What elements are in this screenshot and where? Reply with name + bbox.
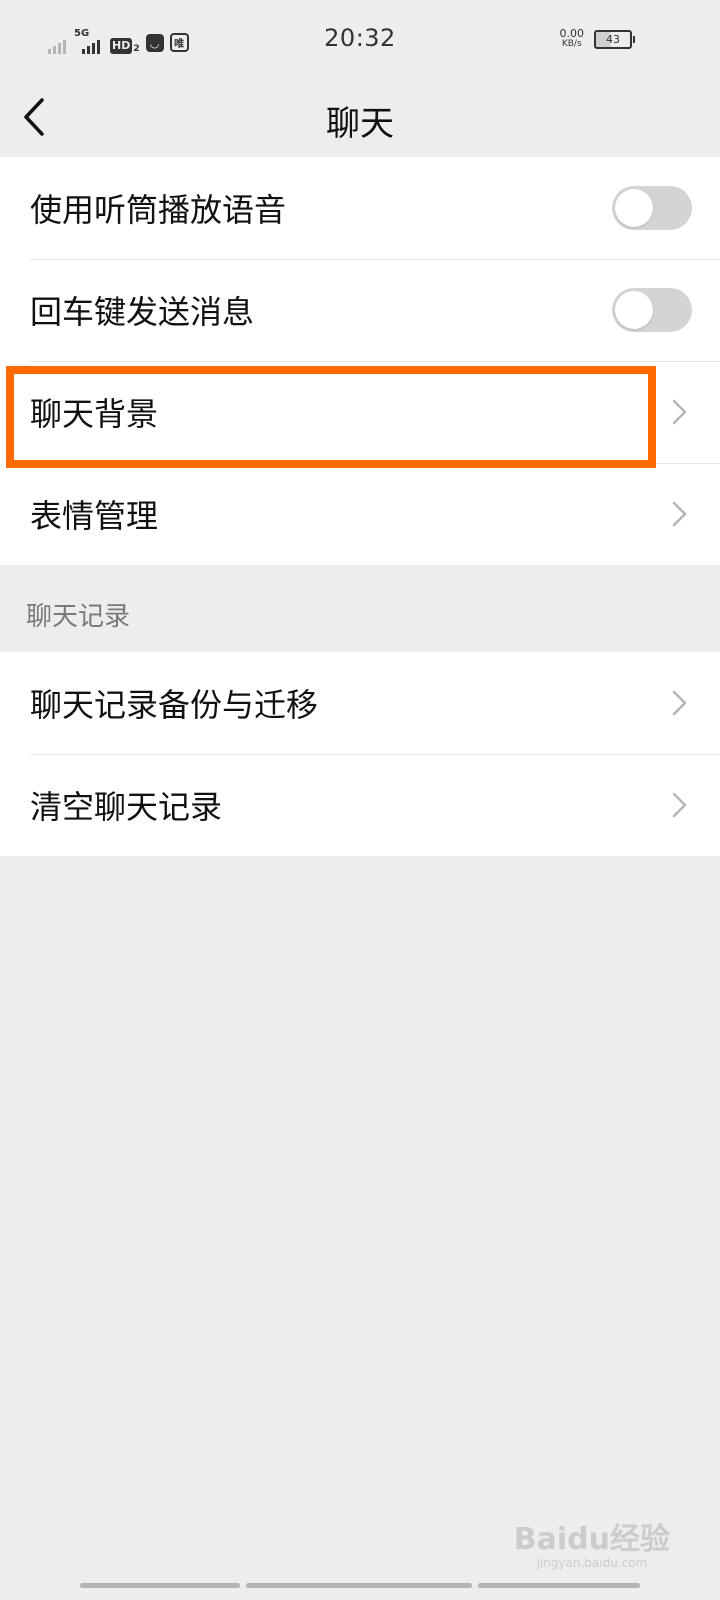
- gesture-bar-right[interactable]: [478, 1583, 640, 1588]
- toggle-knob: [615, 189, 653, 227]
- baidu-watermark: Baidu经验 jingyan.baidu.com: [513, 1522, 670, 1571]
- settings-row-sticker-management[interactable]: 表情管理: [0, 463, 720, 565]
- battery-level: 43: [606, 32, 620, 46]
- settings-row-clear-history[interactable]: 清空聊天记录: [0, 754, 720, 856]
- row-label: 清空聊天记录: [30, 788, 223, 826]
- settings-row-earpiece-voice: 使用听筒播放语音: [0, 157, 720, 259]
- screen: 5G HD 2 ◡ 唯 20:32 0.00 KB/s 43 聊天 使用听筒播放…: [0, 0, 720, 1600]
- watermark-brand: Baidu经验: [513, 1522, 670, 1557]
- status-right-icons: 0.00 KB/s 43: [560, 28, 635, 50]
- chevron-right-icon: [672, 501, 687, 527]
- row-label: 聊天背景: [30, 395, 159, 433]
- row-label: 聊天记录备份与迁移: [30, 686, 319, 724]
- enter-send-toggle[interactable]: [612, 288, 692, 332]
- settings-row-backup-migrate[interactable]: 聊天记录备份与迁移: [0, 652, 720, 754]
- watermark-url: jingyan.baidu.com: [536, 1556, 648, 1570]
- chevron-right-icon: [672, 690, 687, 716]
- status-bar: 5G HD 2 ◡ 唯 20:32 0.00 KB/s 43: [0, 0, 720, 80]
- gesture-bar-left[interactable]: [80, 1583, 240, 1588]
- gesture-bar-center[interactable]: [246, 1583, 472, 1588]
- earpiece-voice-toggle[interactable]: [612, 186, 692, 230]
- battery-icon: 43: [594, 29, 635, 49]
- settings-row-chat-background[interactable]: 聊天背景: [0, 361, 720, 463]
- row-label: 使用听筒播放语音: [30, 191, 287, 229]
- settings-group-chat-history: 聊天记录备份与迁移 清空聊天记录: [0, 652, 720, 856]
- row-label: 表情管理: [30, 497, 159, 535]
- nav-bar: 聊天: [0, 80, 720, 158]
- net-speed-value: 0.00: [559, 27, 585, 40]
- section-header-chat-history: 聊天记录: [26, 602, 131, 632]
- network-speed: 0.00 KB/s: [560, 28, 585, 50]
- chevron-right-icon: [672, 792, 687, 818]
- settings-group-general: 使用听筒播放语音 回车键发送消息 聊天背景 表情管理: [0, 157, 720, 565]
- net-speed-unit: KB/s: [561, 39, 582, 49]
- toggle-knob: [615, 291, 653, 329]
- page-title: 聊天: [326, 104, 394, 144]
- row-label: 回车键发送消息: [30, 293, 255, 331]
- chevron-right-icon: [672, 399, 687, 425]
- settings-row-enter-send: 回车键发送消息: [0, 259, 720, 361]
